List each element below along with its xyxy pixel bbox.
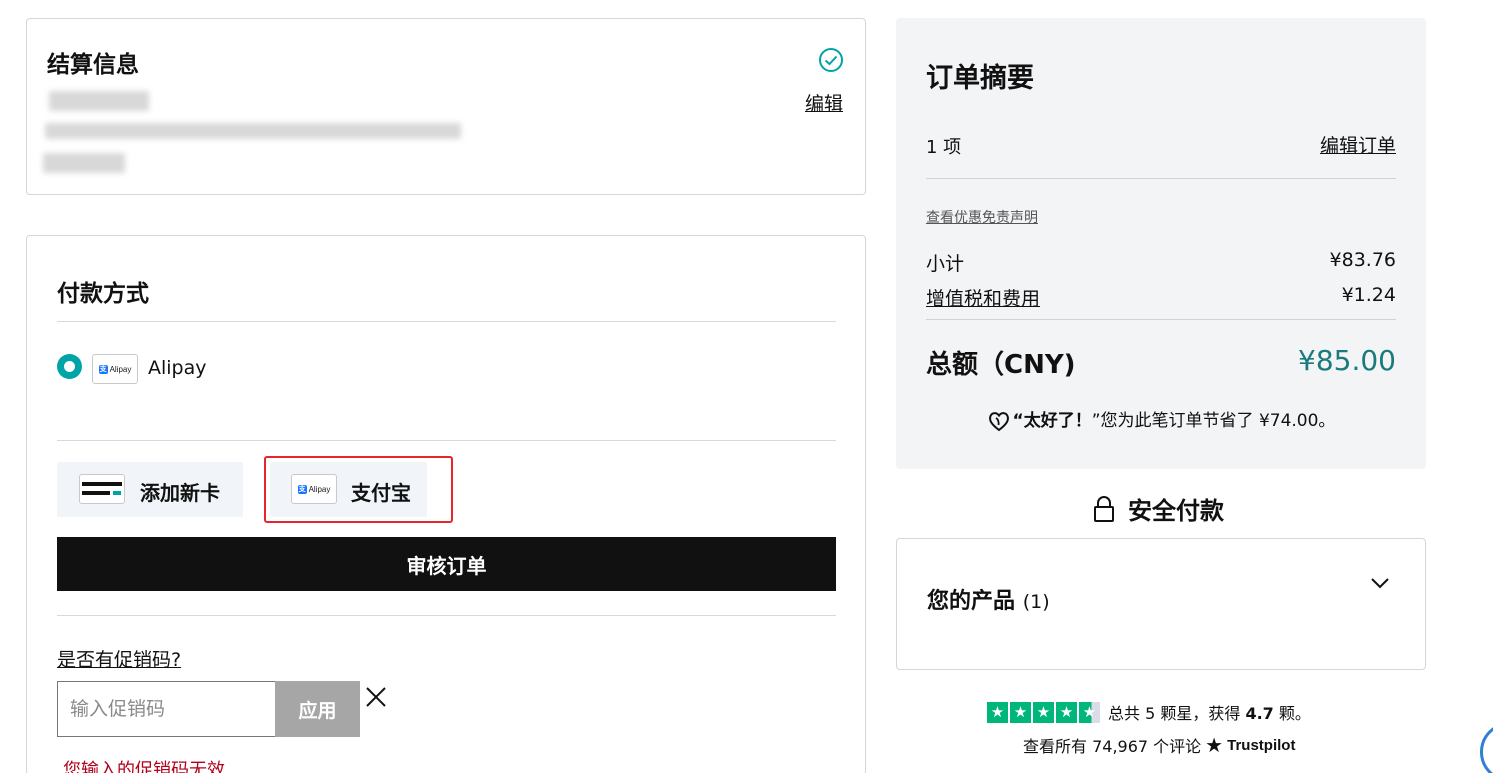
savings-exclaim: “太好了！ — [1012, 411, 1092, 431]
redacted-phone — [43, 153, 125, 173]
godaddy-heart-icon — [988, 412, 1009, 432]
divider — [926, 178, 1396, 179]
redacted-name — [49, 91, 149, 111]
check-circle-icon — [819, 48, 843, 72]
subtotal-label: 小计 — [926, 253, 965, 275]
half-star-icon: ★ — [1079, 701, 1100, 723]
add-new-card-option[interactable]: 添加新卡 — [57, 462, 243, 517]
divider — [57, 615, 836, 616]
credit-card-icon — [79, 474, 125, 504]
promo-code-input[interactable] — [57, 681, 276, 737]
divider — [57, 321, 836, 322]
star-icon: ★ — [1010, 701, 1031, 723]
secure-payment-label: 安全付款 — [1128, 497, 1224, 525]
trustpilot-brand: Trustpilot — [1227, 736, 1296, 754]
edit-order-link[interactable]: 编辑订单 — [1320, 131, 1396, 158]
order-summary-title: 订单摘要 — [926, 63, 1034, 94]
rating-stars: ★ ★ ★ ★ ★ — [987, 701, 1100, 723]
promo-error-message: 您输入的促销码无效 — [63, 760, 225, 773]
discount-disclaimer-link[interactable]: 查看优惠免责声明 — [926, 207, 1038, 227]
your-products-accordion[interactable]: 您的产品 (1) — [896, 538, 1426, 670]
lock-icon — [1094, 495, 1114, 522]
divider — [926, 319, 1396, 320]
total-label: 总额（CNY) — [926, 350, 1076, 380]
payment-method-title: 付款方式 — [57, 281, 149, 307]
savings-text: ”您为此笔订单节省了 ¥74.00。 — [1091, 411, 1336, 431]
apply-promo-button[interactable]: 应用 — [275, 681, 360, 737]
alipay-option[interactable]: 支 Alipay 支付宝 — [270, 462, 427, 517]
subtotal-value: ¥83.76 — [1329, 249, 1396, 271]
divider — [57, 440, 836, 441]
order-summary-panel: 订单摘要 1 项 编辑订单 查看优惠免责声明 小计 ¥83.76 增值税和费用 … — [896, 18, 1426, 469]
reviews-text: 查看所有 74,967 个评论 — [1023, 737, 1202, 756]
close-icon[interactable] — [365, 686, 387, 708]
alipay-radio[interactable] — [57, 354, 82, 379]
trustpilot-rating: ★ ★ ★ ★ ★ 总共 5 颗星，获得 4.7 颗。 — [987, 700, 1311, 724]
chat-widget-button[interactable] — [1480, 722, 1493, 773]
star-icon: ★ — [1056, 701, 1077, 723]
redacted-address — [45, 123, 461, 139]
alipay-option-label: 支付宝 — [351, 481, 411, 505]
trustpilot-star-icon: ★ — [1205, 733, 1224, 757]
rating-text: 总共 5 颗星，获得 4.7 颗。 — [1108, 704, 1311, 723]
billing-info-card: 结算信息 编辑 — [26, 18, 866, 195]
savings-message: “太好了！”您为此笔订单节省了 ¥74.00。 — [896, 406, 1426, 432]
selected-method-label: Alipay — [148, 357, 207, 379]
add-new-card-label: 添加新卡 — [140, 481, 220, 505]
billing-info-title: 结算信息 — [47, 52, 139, 78]
your-products-title: 您的产品 (1) — [927, 589, 1050, 614]
star-icon: ★ — [1033, 701, 1054, 723]
star-icon: ★ — [987, 701, 1008, 723]
tax-fees-link[interactable]: 增值税和费用 — [926, 284, 1040, 311]
tax-fees-value: ¥1.24 — [1341, 284, 1396, 306]
products-count: (1) — [1022, 591, 1050, 613]
trustpilot-reviews-link[interactable]: 查看所有 74,967 个评论 ★ Trustpilot — [1023, 733, 1295, 757]
billing-edit-link[interactable]: 编辑 — [805, 89, 843, 116]
secure-payment: 安全付款 — [1092, 491, 1224, 526]
review-order-button[interactable]: 审核订单 — [57, 537, 836, 591]
alipay-logo-icon: 支 Alipay — [92, 354, 138, 384]
promo-code-link[interactable]: 是否有促销码? — [57, 645, 181, 672]
chevron-down-icon — [1371, 578, 1389, 589]
total-value: ¥85.00 — [1298, 344, 1396, 377]
items-count: 1 项 — [926, 137, 962, 158]
payment-method-card: 付款方式 支 Alipay Alipay 添加新卡 支 Alipay 支付宝 审核订… — [26, 235, 866, 773]
alipay-logo-icon: 支 Alipay — [291, 474, 337, 504]
